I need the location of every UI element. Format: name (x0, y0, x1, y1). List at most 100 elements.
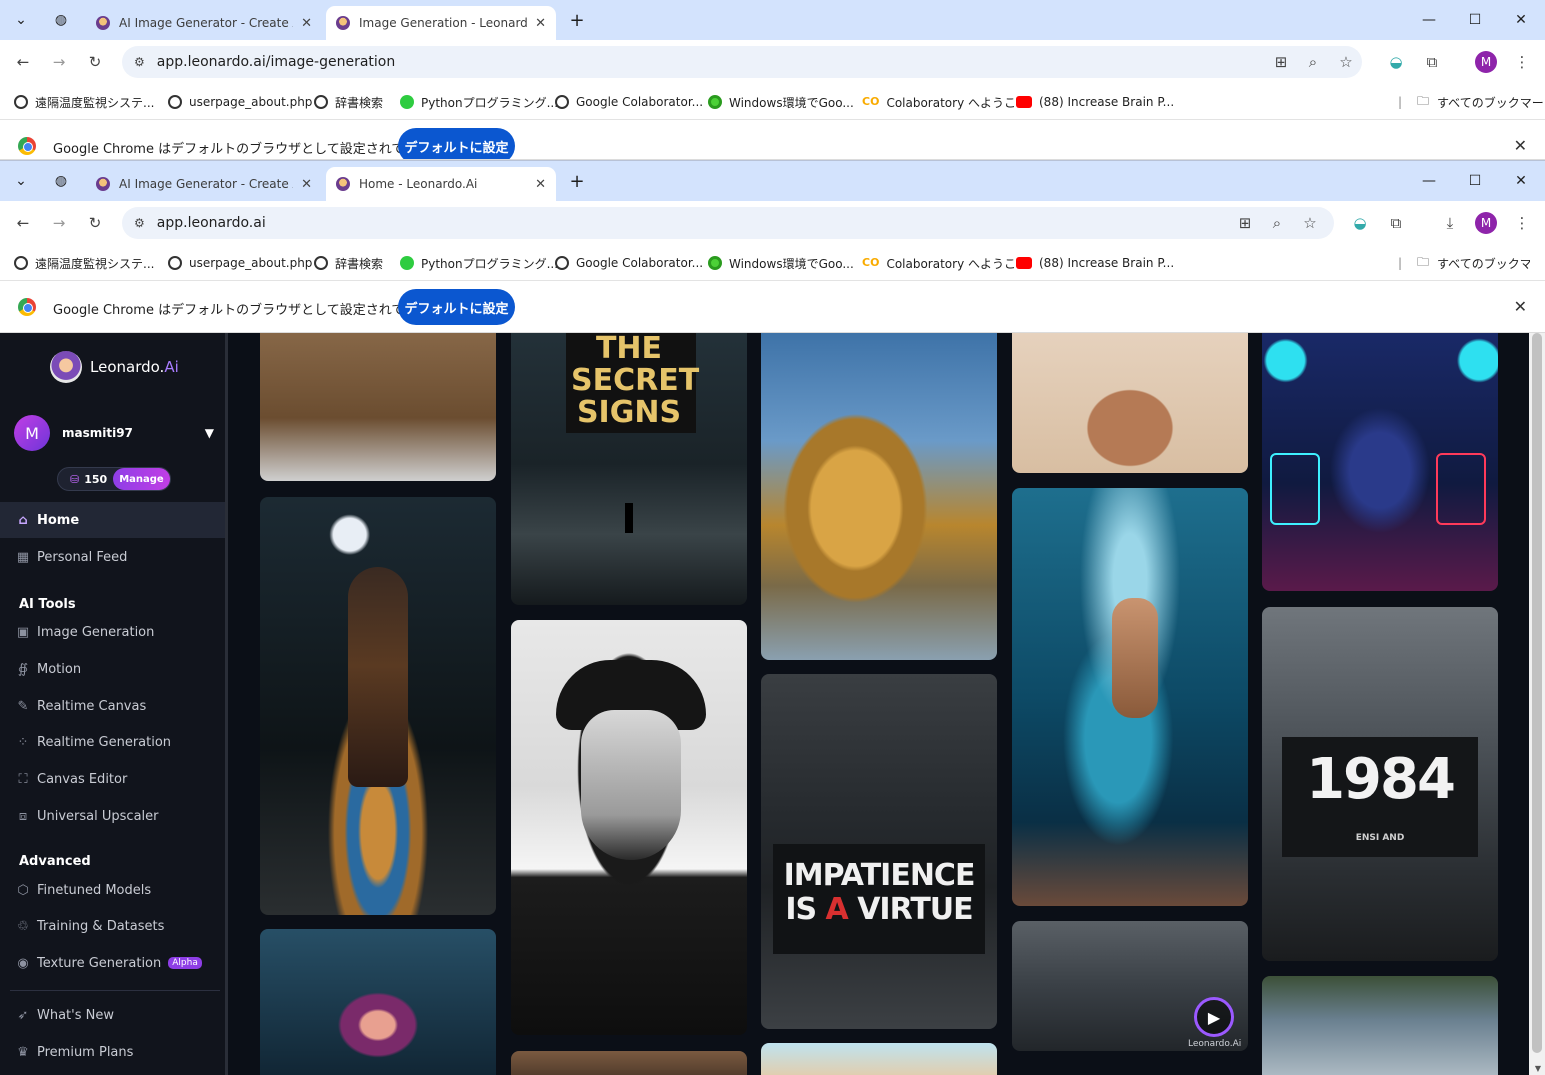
scrollbar-thumb[interactable] (1532, 333, 1542, 1053)
bookmark-item[interactable]: 遠隔温度監視システ... (14, 245, 154, 281)
bookmark-item[interactable]: userpage_about.php (168, 84, 312, 120)
sidebar-item-finetuned-models[interactable]: ⬡ Finetuned Models (0, 872, 225, 908)
play-video-icon[interactable]: ▶ (1194, 997, 1234, 1037)
feed-image-castle[interactable] (761, 1043, 997, 1075)
caret-down-icon[interactable]: ▼ (205, 426, 214, 440)
feed-image-impatience[interactable]: IMPATIENCE IS A VIRTUE (761, 674, 997, 1029)
sidebar-item-personal-feed[interactable]: ▦ Personal Feed (0, 539, 225, 575)
sidebar-item-premium-plans[interactable]: ♛ Premium Plans (0, 1034, 225, 1070)
zoom-icon[interactable]: ⌕ (1301, 50, 1325, 74)
feed-image-meditation[interactable] (260, 497, 496, 915)
all-bookmarks[interactable]: 🗀すべてのブックマーク (1417, 245, 1530, 281)
feed-image-landscape[interactable] (511, 1051, 747, 1075)
feed-image-golden-palace[interactable] (761, 333, 997, 660)
tab-group-icon[interactable]: ◍ (46, 0, 76, 40)
feed-image-neon-clown[interactable] (1262, 333, 1498, 591)
bookmark-item[interactable]: 辞書検索 (314, 84, 383, 120)
feed-image-1984[interactable]: 1984 ENSI AND (1262, 607, 1498, 961)
close-window-icon[interactable]: ✕ (1506, 0, 1536, 40)
profile-avatar[interactable]: M (1475, 51, 1497, 73)
bookmark-item[interactable]: Pythonプログラミング... (400, 84, 558, 120)
close-tab-icon[interactable]: ✕ (535, 177, 546, 192)
close-infobar-icon[interactable]: ✕ (1514, 297, 1527, 316)
translate-icon[interactable]: ⊞ (1269, 50, 1293, 74)
bookmark-item[interactable]: Windows環境でGoo... (708, 84, 854, 120)
bookmark-item[interactable]: 辞書検索 (314, 245, 383, 281)
translate-icon[interactable]: ⊞ (1233, 211, 1257, 235)
manage-button[interactable]: Manage (113, 468, 170, 490)
feed-image-gnome[interactable] (260, 929, 496, 1075)
feed-image-water-glass[interactable] (1262, 976, 1498, 1075)
menu-icon[interactable]: ⋮ (1510, 50, 1534, 74)
download-icon[interactable]: ⤓ (1438, 211, 1462, 235)
sidebar-item-home[interactable]: ⌂ Home (0, 502, 225, 538)
feed-image-lincoln[interactable] (511, 620, 747, 1035)
sidebar-item-whats-new[interactable]: ➶ What's New (0, 997, 225, 1033)
close-tab-icon[interactable]: ✕ (535, 16, 546, 31)
bookmark-item[interactable]: Pythonプログラミング... (400, 245, 558, 281)
forward-icon[interactable]: → (47, 50, 71, 74)
bookmark-item[interactable]: Google Colaborator... (555, 245, 703, 281)
feed-image-coat[interactable] (260, 333, 496, 481)
minimize-icon[interactable]: — (1414, 161, 1444, 201)
tab-image-generation[interactable]: Image Generation - Leonardo.A ✕ (326, 6, 556, 40)
bookmark-item[interactable]: Windows環境でGoo... (708, 245, 854, 281)
feed-image-carnival[interactable]: ▶ Leonardo.Ai (1012, 921, 1248, 1051)
bookmark-item[interactable]: 遠隔温度監視システ... (14, 84, 154, 120)
bookmark-star-icon[interactable]: ☆ (1334, 50, 1358, 74)
tab-search-icon[interactable]: ⌄ (6, 0, 36, 40)
reload-icon[interactable]: ↻ (83, 50, 107, 74)
new-tab-icon[interactable]: + (562, 161, 592, 201)
extensions-icon[interactable]: ⧉ (1420, 50, 1444, 74)
forward-icon[interactable]: → (47, 211, 71, 235)
sidebar-item-realtime-generation[interactable]: ⁘ Realtime Generation (0, 724, 225, 760)
reload-icon[interactable]: ↻ (83, 211, 107, 235)
sidebar-item-motion[interactable]: ∯ Motion (0, 651, 225, 687)
tab-group-icon[interactable]: ◍ (46, 161, 76, 201)
bookmark-item[interactable]: CO Colaboratory へようこ... (862, 245, 1027, 281)
bookmark-item[interactable]: CO Colaboratory へようこ... (862, 84, 1027, 120)
sidebar-item-canvas-editor[interactable]: ⛶ Canvas Editor (0, 761, 225, 797)
tab-home[interactable]: Home - Leonardo.Ai ✕ (326, 167, 556, 201)
tab-ai-image-generator[interactable]: AI Image Generator - Create Ar ✕ (86, 6, 322, 40)
address-bar[interactable]: ⚙ app.leonardo.ai (122, 207, 1334, 239)
back-icon[interactable]: ← (11, 211, 35, 235)
all-bookmarks[interactable]: 🗀すべてのブックマーク (1417, 84, 1545, 120)
zoom-icon[interactable]: ⌕ (1265, 211, 1289, 235)
back-icon[interactable]: ← (11, 50, 35, 74)
minimize-icon[interactable]: — (1414, 0, 1444, 40)
scroll-down-icon[interactable]: ▼ (1535, 1064, 1541, 1073)
site-info-icon[interactable]: ⚙ (134, 55, 145, 69)
close-window-icon[interactable]: ✕ (1506, 161, 1536, 201)
profile-avatar[interactable]: M (1475, 212, 1497, 234)
sidebar-item-texture-generation[interactable]: ◉ Texture Generation Alpha (0, 945, 225, 981)
bookmark-item[interactable]: (88) Increase Brain P... (1016, 245, 1174, 281)
set-default-button[interactable]: デフォルトに設定 (398, 289, 515, 325)
sidebar-item-training-datasets[interactable]: ♲ Training & Datasets (0, 908, 225, 944)
new-tab-icon[interactable]: + (562, 0, 592, 40)
tab-search-icon[interactable]: ⌄ (6, 161, 36, 201)
menu-icon[interactable]: ⋮ (1510, 211, 1534, 235)
feed-image-beard-sketch[interactable] (1012, 333, 1248, 473)
bookmark-item[interactable]: (88) Increase Brain P... (1016, 84, 1174, 120)
page-scrollbar[interactable]: ▼ (1529, 333, 1545, 1075)
maximize-icon[interactable]: ☐ (1460, 0, 1490, 40)
set-default-button[interactable]: デフォルトに設定 (398, 128, 515, 159)
extension-dolphin-icon[interactable]: ◒ (1348, 211, 1372, 235)
feed-image-secret-signs[interactable]: THE SECRET SIGNS (511, 333, 747, 605)
address-bar[interactable]: ⚙ app.leonardo.ai/image-generation (122, 46, 1362, 78)
extension-dolphin-icon[interactable]: ◒ (1384, 50, 1408, 74)
bookmark-star-icon[interactable]: ☆ (1298, 211, 1322, 235)
extensions-icon[interactable]: ⧉ (1384, 211, 1408, 235)
user-menu[interactable]: M masmiti97 ▼ (14, 415, 214, 451)
sidebar-item-universal-upscaler[interactable]: ⧈ Universal Upscaler (0, 798, 225, 834)
leonardo-logo[interactable]: Leonardo.Ai (50, 351, 179, 383)
tab-ai-image-generator[interactable]: AI Image Generator - Create Ar ✕ (86, 167, 322, 201)
sidebar-item-image-generation[interactable]: ▣ Image Generation (0, 614, 225, 650)
bookmark-item[interactable]: Google Colaborator... (555, 84, 703, 120)
sidebar-item-realtime-canvas[interactable]: ✎ Realtime Canvas (0, 688, 225, 724)
close-tab-icon[interactable]: ✕ (301, 16, 312, 31)
close-tab-icon[interactable]: ✕ (301, 177, 312, 192)
site-info-icon[interactable]: ⚙ (134, 216, 145, 230)
maximize-icon[interactable]: ☐ (1460, 161, 1490, 201)
